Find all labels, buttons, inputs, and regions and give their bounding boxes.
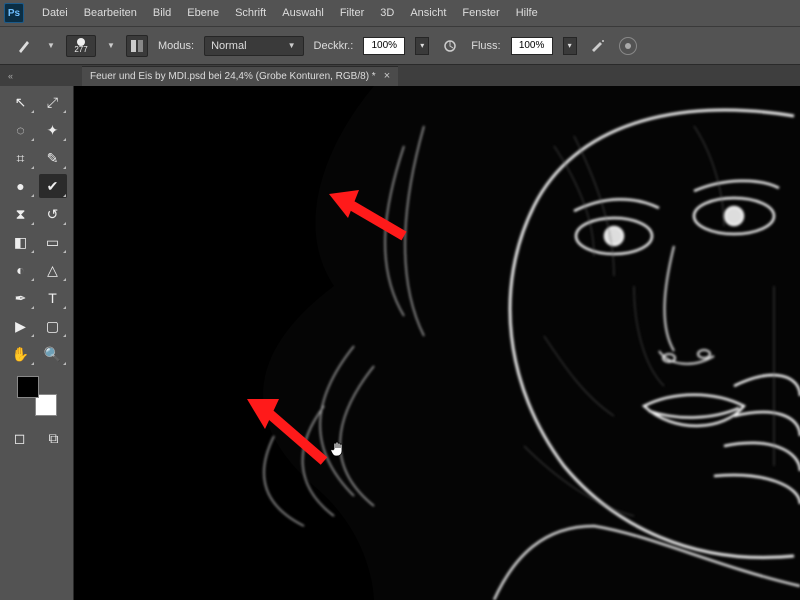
menu-select[interactable]: Auswahl bbox=[274, 7, 332, 19]
marquee-tool[interactable]: ◌ bbox=[7, 118, 35, 142]
brush-preset-picker[interactable]: 277 bbox=[66, 35, 96, 57]
foreground-color-swatch[interactable] bbox=[17, 376, 39, 398]
menu-image[interactable]: Bild bbox=[145, 7, 179, 19]
hand-cursor-icon bbox=[329, 440, 347, 458]
arrow-tool[interactable]: ⤢ bbox=[39, 90, 67, 114]
annotation-arrow-1 bbox=[324, 186, 414, 246]
brush-size-readout: 277 bbox=[74, 46, 87, 54]
app-logo: Ps bbox=[4, 3, 24, 23]
pressure-size-icon[interactable] bbox=[619, 37, 637, 55]
menu-view[interactable]: Ansicht bbox=[402, 7, 454, 19]
history-brush-tool[interactable]: ↺ bbox=[39, 202, 67, 226]
canvas-artwork bbox=[74, 86, 800, 600]
shape-tool[interactable]: ▢ bbox=[39, 314, 67, 338]
eraser-tool[interactable]: ◧ bbox=[7, 230, 35, 254]
menu-file[interactable]: Datei bbox=[34, 7, 76, 19]
flow-label: Fluss: bbox=[471, 40, 500, 52]
hand-tool[interactable]: ✋ bbox=[7, 342, 35, 366]
airbrush-icon[interactable] bbox=[587, 35, 609, 57]
opacity-dropdown[interactable]: ▾ bbox=[415, 37, 429, 55]
quickmask-toggle[interactable]: ◻ bbox=[6, 426, 34, 450]
menu-filter[interactable]: Filter bbox=[332, 7, 372, 19]
pressure-opacity-icon[interactable] bbox=[439, 35, 461, 57]
document-canvas[interactable] bbox=[74, 86, 800, 600]
mode-label: Modus: bbox=[158, 40, 194, 52]
document-tab-title: Feuer und Eis by MDI.psd bei 24,4% (Grob… bbox=[90, 71, 376, 82]
pen-tool[interactable]: ✒ bbox=[7, 286, 35, 310]
blend-mode-value: Normal bbox=[211, 40, 246, 52]
brush-panel-toggle[interactable] bbox=[126, 35, 148, 57]
menu-layer[interactable]: Ebene bbox=[179, 7, 227, 19]
zoom-tool[interactable]: 🔍 bbox=[39, 342, 67, 366]
dodge-tool[interactable]: ◐ bbox=[7, 258, 35, 282]
options-bar: ▼ 277 ▼ Modus: Normal ▼ Deckkr.: 100% ▾ … bbox=[0, 26, 800, 64]
type-tool[interactable]: T bbox=[39, 286, 67, 310]
color-swatches[interactable] bbox=[17, 376, 57, 416]
tool-preset-icon[interactable] bbox=[14, 35, 36, 57]
document-tab-strip: « Feuer und Eis by MDI.psd bei 24,4% (Gr… bbox=[0, 64, 800, 86]
chevron-down-icon: ▼ bbox=[287, 41, 297, 50]
menu-bar: Ps Datei Bearbeiten Bild Ebene Schrift A… bbox=[0, 0, 800, 26]
menu-3d[interactable]: 3D bbox=[372, 7, 402, 19]
healing-brush-tool[interactable]: ● bbox=[7, 174, 35, 198]
menu-help[interactable]: Hilfe bbox=[508, 7, 546, 19]
blend-mode-select[interactable]: Normal ▼ bbox=[204, 36, 303, 56]
chevron-down-icon[interactable]: ▼ bbox=[46, 41, 56, 50]
path-select-tool[interactable]: ▶ bbox=[7, 314, 35, 338]
menu-window[interactable]: Fenster bbox=[454, 7, 507, 19]
crop-tool[interactable]: ⌗ bbox=[7, 146, 35, 170]
move-tool[interactable]: ↖ bbox=[7, 90, 35, 114]
menu-type[interactable]: Schrift bbox=[227, 7, 274, 19]
tools-panel: ↖ ⤢ ◌ ✦ ⌗ ✎ ● ✔ ⧗ ↺ ◧ ▭ ◐ △ ✒ T ▶ ▢ ✋ 🔍 bbox=[0, 86, 74, 600]
opacity-label: Deckkr.: bbox=[314, 40, 354, 52]
brush-tool[interactable]: ✔ bbox=[39, 174, 67, 198]
opacity-field[interactable]: 100% bbox=[363, 37, 405, 55]
clone-stamp-tool[interactable]: ⧗ bbox=[7, 202, 35, 226]
eyedropper-tool[interactable]: ✎ bbox=[39, 146, 67, 170]
chevron-down-icon[interactable]: ▼ bbox=[106, 41, 116, 50]
flow-dropdown[interactable]: ▾ bbox=[563, 37, 577, 55]
blur-tool[interactable]: △ bbox=[39, 258, 67, 282]
magic-wand-tool[interactable]: ✦ bbox=[39, 118, 67, 142]
flow-field[interactable]: 100% bbox=[511, 37, 553, 55]
document-tab[interactable]: Feuer und Eis by MDI.psd bei 24,4% (Grob… bbox=[82, 66, 398, 86]
annotation-arrow-2 bbox=[239, 391, 339, 471]
screenmode-toggle[interactable]: ⧉ bbox=[40, 426, 68, 450]
collapse-handle-icon[interactable]: « bbox=[8, 71, 13, 81]
close-icon[interactable]: × bbox=[384, 70, 390, 82]
menu-edit[interactable]: Bearbeiten bbox=[76, 7, 145, 19]
gradient-tool[interactable]: ▭ bbox=[39, 230, 67, 254]
